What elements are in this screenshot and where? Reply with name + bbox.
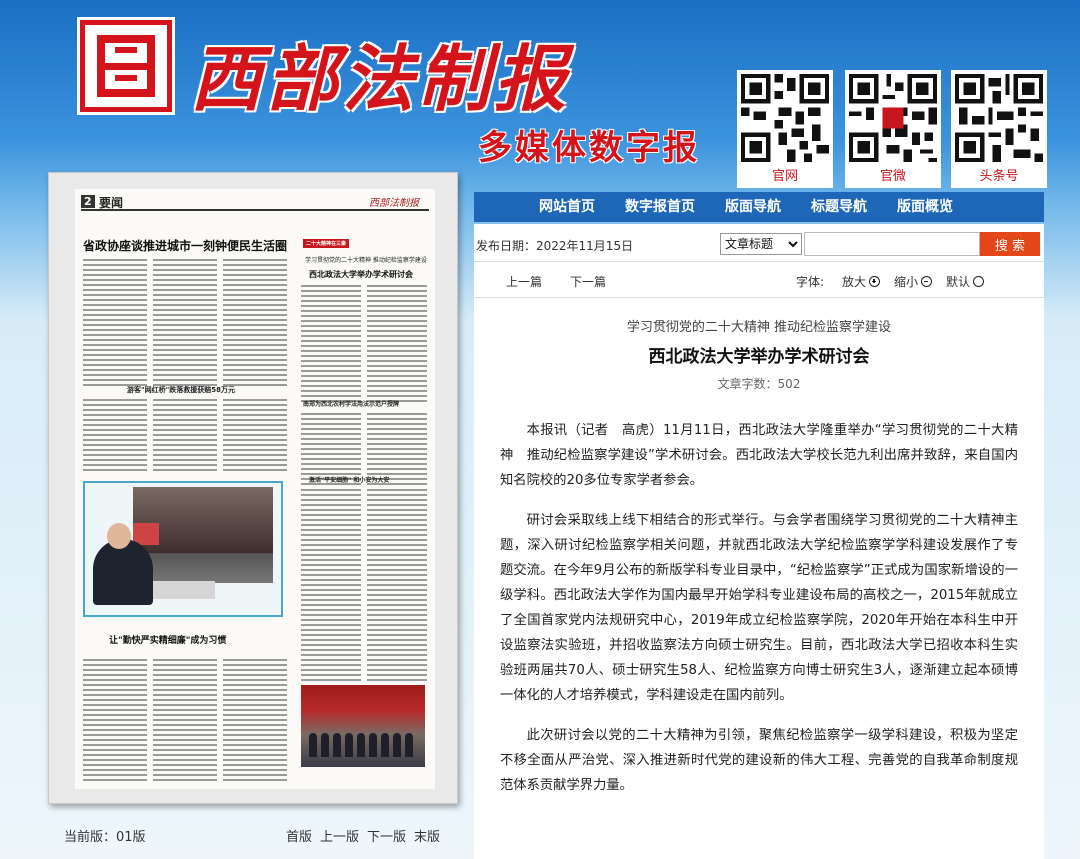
- brand-subtitle: 多媒体数字报: [478, 128, 700, 168]
- minus-circle-icon: [921, 276, 933, 287]
- text-column: [153, 259, 217, 389]
- text-column: [301, 489, 361, 684]
- search-bar: 发布日期：2022年11月15日 文章标题 搜 索: [474, 224, 1044, 262]
- text-column: [223, 259, 287, 389]
- qr-official-site[interactable]: 官网: [737, 70, 833, 188]
- font-larger-button[interactable]: 放大: [842, 273, 881, 290]
- font-size-label: 字体:: [796, 275, 825, 289]
- newspaper-page-image[interactable]: 2 要闻 西部法制报 省政协座谈推进城市一刻钟便民生活圈 二十大精神在三秦 学习…: [75, 189, 435, 789]
- page-headline[interactable]: 激活"平安细胞" 和小安为大安: [309, 475, 389, 484]
- newspaper-page-preview[interactable]: 2 要闻 西部法制报 省政协座谈推进城市一刻钟便民生活圈 二十大精神在三秦 学习…: [48, 172, 458, 804]
- qr-label: 官网: [737, 166, 833, 188]
- qr-code-icon: [737, 70, 833, 166]
- page-headline[interactable]: 省政协座谈推进城市一刻钟便民生活圈: [83, 237, 293, 254]
- text-column: [301, 285, 361, 405]
- article-paragraph: 本报讯（记者 高虎）11月11日，西北政法大学隆重举办“学习贯彻党的二十大精神 …: [500, 423, 1018, 488]
- qr-label: 官微: [845, 166, 941, 188]
- qr-label: 头条号: [951, 166, 1047, 188]
- page-headline[interactable]: 让"勤快严实精细廉"成为习惯: [109, 633, 226, 646]
- qr-wechat[interactable]: 官微: [845, 70, 941, 188]
- font-larger-label: 放大: [842, 275, 867, 289]
- page-photo-group[interactable]: [301, 685, 425, 767]
- brand-seal-logo: [80, 20, 172, 112]
- font-smaller-button[interactable]: 缩小: [894, 273, 933, 290]
- page-headline[interactable]: 南郑为西北农村学法用法示范户授牌: [303, 399, 399, 408]
- prev-page-link[interactable]: 上一版: [320, 826, 359, 845]
- page-photo-traffic[interactable]: [83, 481, 283, 617]
- page-pagination: 首版 上一版 下一版 末版: [286, 826, 440, 845]
- next-page-link[interactable]: 下一版: [367, 826, 406, 845]
- text-column: [153, 659, 217, 784]
- search-input[interactable]: [804, 232, 980, 256]
- text-column: [83, 259, 147, 389]
- article-panel: 发布日期：2022年11月15日 文章标题 搜 索 上一篇 下一篇 字体: 放大…: [474, 224, 1044, 859]
- last-page-link[interactable]: 末版: [414, 826, 440, 845]
- nav-digital-home[interactable]: 数字报首页: [610, 192, 710, 222]
- text-column: [83, 399, 147, 474]
- text-column: [83, 659, 147, 784]
- qr-toutiao[interactable]: 头条号: [951, 70, 1047, 188]
- nav-title-navigation[interactable]: 标题导航: [796, 192, 882, 222]
- circle-icon: [973, 276, 985, 287]
- main-nav: 网站首页 数字报首页 版面导航 标题导航 版面概览: [474, 192, 1044, 222]
- page-masthead-logo: 西部法制报: [369, 198, 419, 209]
- article-supertitle: 学习贯彻党的二十大精神 推动纪检监察学建设: [626, 320, 892, 335]
- article-paragraph: 此次研讨会以党的二十大精神为引领，聚焦纪检监察学一级学科建设，积极为坚定不移全面…: [500, 728, 1018, 793]
- nav-page-navigation[interactable]: 版面导航: [710, 192, 796, 222]
- prev-article-link[interactable]: 上一篇: [506, 273, 542, 290]
- plus-circle-icon: [869, 276, 881, 287]
- article-toolbar: 上一篇 下一篇 字体: 放大 缩小 默认: [474, 262, 1044, 298]
- brand-name: 西部法制报: [190, 36, 571, 121]
- page-headline[interactable]: 游客"网红桥"跌落救援获赔58万元: [127, 385, 235, 395]
- next-article-link[interactable]: 下一篇: [570, 273, 606, 290]
- page-column-tag: 二十大精神在三秦: [303, 239, 350, 248]
- text-column: [223, 659, 287, 784]
- page-section: 要闻: [99, 196, 124, 210]
- font-smaller-label: 缩小: [894, 275, 919, 289]
- page-number: 2: [81, 195, 95, 208]
- article-paragraph: 研讨会采取线上线下相结合的形式举行。与会学者围绕学习贯彻党的二十大精神主题，深入…: [500, 513, 1018, 703]
- page-headline[interactable]: 西北政法大学举办学术研讨会: [309, 269, 429, 280]
- font-default-button[interactable]: 默认: [946, 273, 985, 290]
- search-button[interactable]: 搜 索: [980, 232, 1040, 256]
- current-page-label: 当前版：01版: [64, 830, 146, 845]
- first-page-link[interactable]: 首版: [286, 826, 312, 845]
- page-header: 2 要闻 西部法制报: [81, 193, 429, 211]
- page-headline[interactable]: 学习贯彻党的二十大精神 推动纪检监察学建设: [305, 255, 429, 264]
- text-column: [367, 489, 427, 684]
- qr-code-icon: [845, 70, 941, 166]
- article-word-count: 文章字数：502: [717, 377, 801, 391]
- article-title: 西北政法大学举办学术研讨会: [648, 347, 870, 367]
- qr-code-icon: [951, 70, 1047, 166]
- header: 西部法制报 多媒体数字报 官网 官微 头条号: [0, 0, 1080, 190]
- text-column: [223, 399, 287, 474]
- nav-site-home[interactable]: 网站首页: [524, 192, 610, 222]
- search-type-select[interactable]: 文章标题: [720, 233, 802, 255]
- article-body: 本报讯（记者 高虎）11月11日，西北政法大学隆重举办“学习贯彻党的二十大精神 …: [500, 418, 1018, 813]
- text-column: [153, 399, 217, 474]
- publish-date: 发布日期：2022年11月15日: [476, 239, 634, 253]
- font-default-label: 默认: [946, 275, 971, 289]
- text-column: [367, 285, 427, 405]
- nav-page-overview[interactable]: 版面概览: [882, 192, 968, 222]
